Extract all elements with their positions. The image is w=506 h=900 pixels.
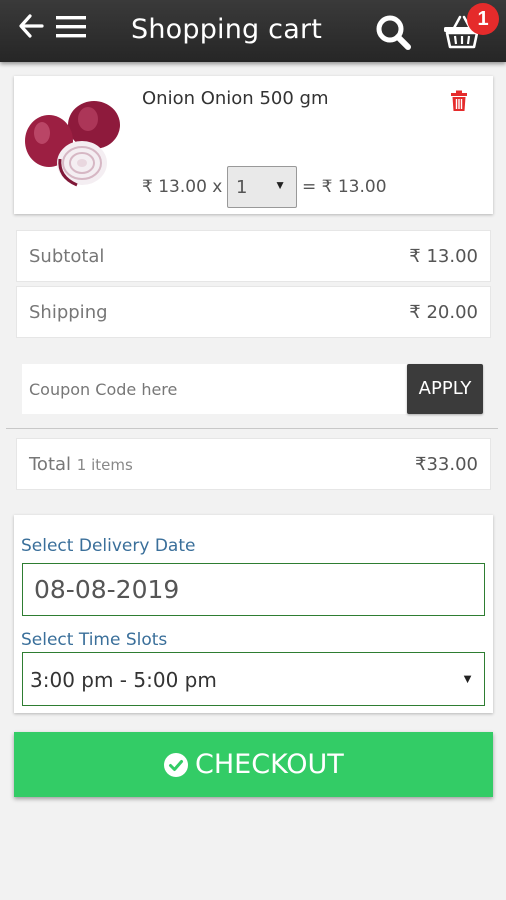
checkout-button[interactable]: CHECKOUT [14,732,493,797]
shipping-label: Shipping [29,302,108,323]
trash-icon[interactable] [450,90,468,112]
hamburger-menu-icon[interactable] [55,14,87,40]
delivery-date-field[interactable]: 08-08-2019 [22,563,485,616]
product-name: Onion Onion 500 gm [142,88,329,109]
time-slot-value: 3:00 pm - 5:00 pm [30,668,217,692]
total-value: ₹33.00 [415,454,478,475]
coupon-input[interactable] [22,364,407,414]
dropdown-arrow-icon: ▼ [274,178,286,192]
checkout-label: CHECKOUT [195,749,344,780]
time-slot-select[interactable]: 3:00 pm - 5:00 pm ▼ [22,652,485,706]
time-slot-label: Select Time Slots [21,630,168,650]
line-total: = ₹ 13.00 [302,177,387,197]
apply-coupon-button[interactable]: APPLY [407,364,483,414]
total-label: Total 1 items [29,454,133,475]
back-arrow-icon[interactable] [18,13,44,39]
shipping-value: ₹ 20.00 [409,302,478,323]
delivery-card: Select Delivery Date 08-08-2019 Select T… [14,515,493,713]
search-icon[interactable] [375,14,413,52]
unit-price: ₹ 13.00 x [142,177,223,197]
subtotal-value: ₹ 13.00 [409,246,478,267]
subtotal-label: Subtotal [29,246,105,267]
quantity-select[interactable]: 1 ▼ [227,166,297,208]
shipping-row: Shipping ₹ 20.00 [16,286,491,338]
total-text: Total [29,454,72,475]
check-circle-icon [164,753,188,777]
cart-count-badge: 1 [467,3,499,35]
cart-item-card: Onion Onion 500 gm ₹ 13.00 x 1 ▼ = ₹ 13.… [14,76,493,214]
delivery-date-label: Select Delivery Date [21,536,196,556]
dropdown-arrow-icon: ▼ [461,671,474,686]
quantity-value: 1 [236,177,248,198]
total-items-count: 1 items [76,456,133,474]
onion-image [22,89,134,201]
page-title: Shopping cart [131,14,323,45]
total-row: Total 1 items ₹33.00 [16,438,491,490]
app-header: Shopping cart 1 [0,0,506,62]
subtotal-row: Subtotal ₹ 13.00 [16,230,491,282]
divider [6,428,498,429]
